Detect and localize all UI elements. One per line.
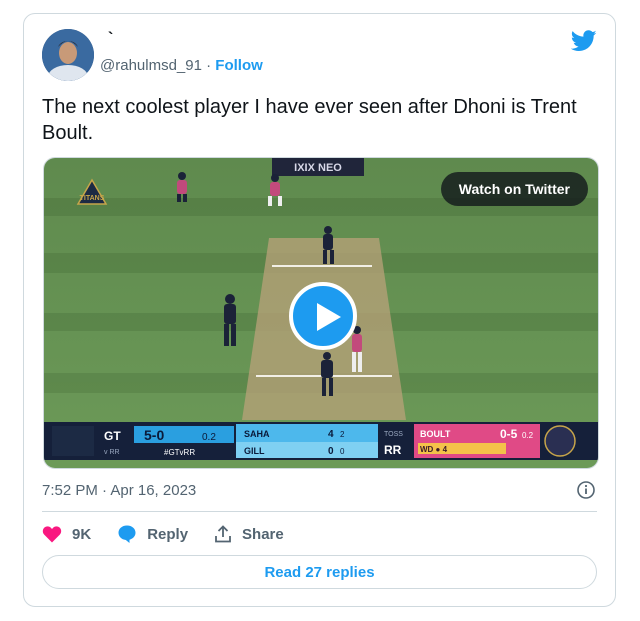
display-name[interactable]: ` (108, 30, 113, 48)
bowler-name: BOULT (420, 429, 451, 439)
follow-button[interactable]: Follow (215, 57, 263, 74)
batter1-runs: 4 (328, 429, 334, 440)
info-icon[interactable] (577, 481, 595, 499)
like-button[interactable]: 9K (42, 525, 91, 543)
divider (42, 511, 597, 512)
sponsor-banner: IXIX NEO (294, 162, 342, 174)
score-vs: v RR (104, 449, 120, 456)
score-team: GT (104, 429, 121, 443)
tweet-text: The next coolest player I have ever seen… (42, 96, 577, 144)
reply-bubble-icon (118, 525, 136, 543)
score-overs: 0.2 (202, 432, 216, 443)
video-player[interactable]: IXIX NEO TITANS GT v RR 5-0 0.2 #GTvRR S… (43, 157, 599, 469)
batter1-name: SAHA (244, 429, 270, 439)
play-button[interactable] (289, 282, 357, 350)
avatar[interactable] (42, 29, 94, 81)
batter2-runs: 0 (328, 446, 334, 457)
play-icon (317, 303, 341, 331)
user-handle[interactable]: @rahulmsd_91 (100, 57, 202, 74)
handle-row: @rahulmsd_91 · Follow (100, 57, 263, 74)
reply-label: Reply (147, 525, 189, 543)
toss-team: RR (384, 443, 402, 457)
svg-text:TITANS: TITANS (80, 195, 105, 202)
score-hashtag: #GTvRR (164, 448, 195, 457)
share-icon (215, 525, 231, 543)
share-label: Share (242, 525, 284, 543)
batter2-name: GILL (244, 446, 265, 456)
twitter-bird-icon[interactable] (570, 30, 597, 52)
heart-icon (42, 526, 62, 543)
tweet-card: ` @rahulmsd_91 · Follow The next coolest… (23, 13, 616, 607)
bowler-figures: 0-5 (500, 427, 518, 441)
rr-logo (544, 425, 576, 457)
batter2-balls: 0 (340, 447, 345, 456)
share-button[interactable]: Share (214, 525, 284, 543)
read-replies-button[interactable]: Read 27 replies (42, 555, 597, 589)
reply-button[interactable]: Reply (117, 524, 188, 544)
watch-on-twitter-button[interactable]: Watch on Twitter (440, 172, 588, 206)
batter1-balls: 2 (340, 430, 345, 439)
score-runs: 5-0 (144, 427, 164, 443)
handle-separator: · (201, 57, 216, 74)
like-count: 9K (72, 525, 92, 543)
tweet-timestamp[interactable]: 7:52 PM · Apr 16, 2023 (42, 482, 196, 499)
toss-label: TOSS (384, 431, 403, 438)
this-over: WD ● 4 (420, 445, 448, 454)
bowler-overs: 0.2 (522, 431, 534, 440)
action-bar: 9K Reply Share (42, 522, 310, 546)
